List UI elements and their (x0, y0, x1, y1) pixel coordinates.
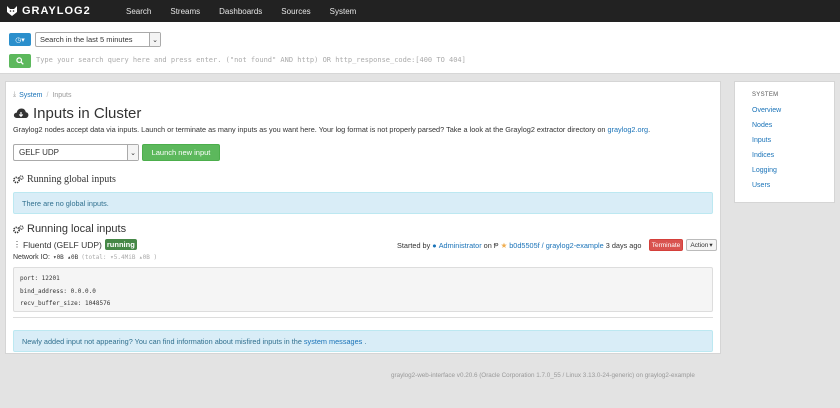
cloud-download-icon (13, 108, 29, 118)
started-by-user-link[interactable]: Administrator (439, 241, 482, 250)
network-io-total: (total: ▾5.4MiB ▴0B ) (81, 254, 158, 261)
network-io: Network IO: ▾0B ▴0B (total: ▾5.4MiB ▴0B … (13, 254, 157, 261)
breadcrumb-separator: / (46, 91, 49, 99)
started-age: 3 days ago (605, 241, 642, 250)
wolf-logo-icon (7, 6, 17, 16)
page-title: Inputs in Cluster (13, 105, 141, 122)
search-bar: ◷ ▾ Search in the last 5 minutes ⌄ Type y… (0, 22, 840, 74)
sidebar-item-inputs[interactable]: Inputs (752, 137, 771, 144)
input-name: Fluentd (GELF UDP) (23, 239, 102, 250)
sidebar-item-indices[interactable]: Indices (752, 152, 774, 159)
sidebar-item-users[interactable]: Users (752, 182, 770, 189)
node-icon: Ᵽ (493, 241, 499, 250)
gears-icon (13, 175, 24, 184)
brand-name: GRAYLOG2 (22, 5, 91, 17)
no-global-inputs-alert: There are no global inputs. (13, 192, 713, 214)
input-entry: ⋮ Fluentd (GELF UDP) running (13, 239, 137, 250)
launch-input-button[interactable]: Launch new input (142, 144, 220, 161)
sidebar-item-overview[interactable]: Overview (752, 107, 781, 114)
sidebar-item-nodes[interactable]: Nodes (752, 122, 772, 129)
chevron-down-icon: ⌄ (149, 33, 160, 46)
misfired-suffix: . (364, 336, 367, 346)
status-badge: running (104, 239, 137, 250)
action-label: Action (690, 241, 709, 249)
description-suffix: . (648, 125, 651, 134)
download-icon: ⤓ (13, 91, 17, 98)
network-io-label: Network IO: (13, 254, 50, 261)
gears-icon (13, 224, 24, 233)
search-button[interactable] (9, 54, 31, 68)
config-line-recv-buffer: recv_buffer_size: 1048576 (20, 300, 111, 307)
input-grip-icon: ⋮ (13, 240, 21, 249)
caret-down-icon: ▾ (21, 36, 25, 44)
sidebar-heading: SYSTEM (752, 92, 779, 98)
user-icon: ● (432, 241, 437, 250)
brand-logo[interactable]: GRAYLOG2 (6, 5, 120, 17)
started-on: on (483, 241, 492, 250)
system-sidebar: SYSTEM Overview Nodes Inputs Indices Log… (734, 81, 835, 203)
input-type-select[interactable]: GELF UDP ⌄ (13, 144, 139, 161)
global-inputs-heading-text: Running global inputs (27, 174, 116, 185)
started-prefix: Started by (397, 241, 431, 250)
time-range-value: Search in the last 5 minutes (40, 35, 133, 44)
node-link[interactable]: b0d5505f / graylog2-example (509, 241, 604, 250)
section-divider (13, 317, 713, 318)
caret-down-icon: ▾ (709, 242, 713, 249)
time-range-button[interactable]: ◷ ▾ (9, 33, 31, 46)
system-messages-link[interactable]: system messages (304, 337, 362, 346)
breadcrumb: ⤓ System / Inputs (13, 91, 71, 99)
input-type-value: GELF UDP (19, 148, 60, 157)
local-inputs-heading-text: Running local inputs (27, 223, 127, 235)
input-started-info: Started by ● Administrator on Ᵽ ★ b0d550… (397, 241, 641, 250)
sidebar-item-logging[interactable]: Logging (752, 167, 777, 174)
search-query-input[interactable]: Type your search query here and press en… (36, 56, 466, 64)
top-navbar: GRAYLOG2 Search Streams Dashboards Sourc… (0, 0, 840, 22)
page-title-text: Inputs in Cluster (33, 105, 142, 122)
graylog2-link[interactable]: graylog2.org (608, 125, 649, 134)
local-inputs-heading: Running local inputs (13, 223, 126, 235)
action-dropdown-button[interactable]: Action ▾ (686, 239, 717, 251)
page-description: Graylog2 nodes accept data via inputs. L… (13, 125, 650, 134)
config-line-port: port: 12201 (20, 275, 60, 282)
nav-system[interactable]: System (330, 7, 357, 16)
breadcrumb-system[interactable]: System (19, 92, 42, 99)
nav-dashboards[interactable]: Dashboards (219, 7, 262, 16)
description-text: Graylog2 nodes accept data via inputs. L… (13, 125, 606, 134)
nav-search[interactable]: Search (126, 7, 151, 16)
misfired-text: Newly added input not appearing? You can… (22, 336, 302, 346)
config-line-bind-address: bind_address: 0.0.0.0 (20, 287, 96, 295)
nav-streams[interactable]: Streams (170, 7, 200, 16)
time-range-select[interactable]: Search in the last 5 minutes ⌄ (35, 32, 161, 47)
main-panel: ⤓ System / Inputs Inputs in Cluster Gray… (5, 81, 721, 354)
star-icon: ★ (500, 241, 508, 250)
global-inputs-heading: Running global inputs (13, 174, 116, 185)
network-io-current: ▾0B ▴0B (52, 254, 79, 261)
footer-version: graylog2-web-interface v0.20.6 (Oracle C… (391, 372, 695, 379)
input-configuration: port: 12201 bind_address: 0.0.0.0 recv_b… (13, 267, 713, 312)
terminate-button[interactable]: Terminate (649, 239, 683, 251)
breadcrumb-current: Inputs (52, 91, 72, 99)
search-icon (16, 57, 24, 65)
misfired-inputs-alert: Newly added input not appearing? You can… (13, 330, 713, 352)
nav-sources[interactable]: Sources (281, 7, 310, 16)
chevron-down-icon: ⌄ (127, 145, 138, 160)
